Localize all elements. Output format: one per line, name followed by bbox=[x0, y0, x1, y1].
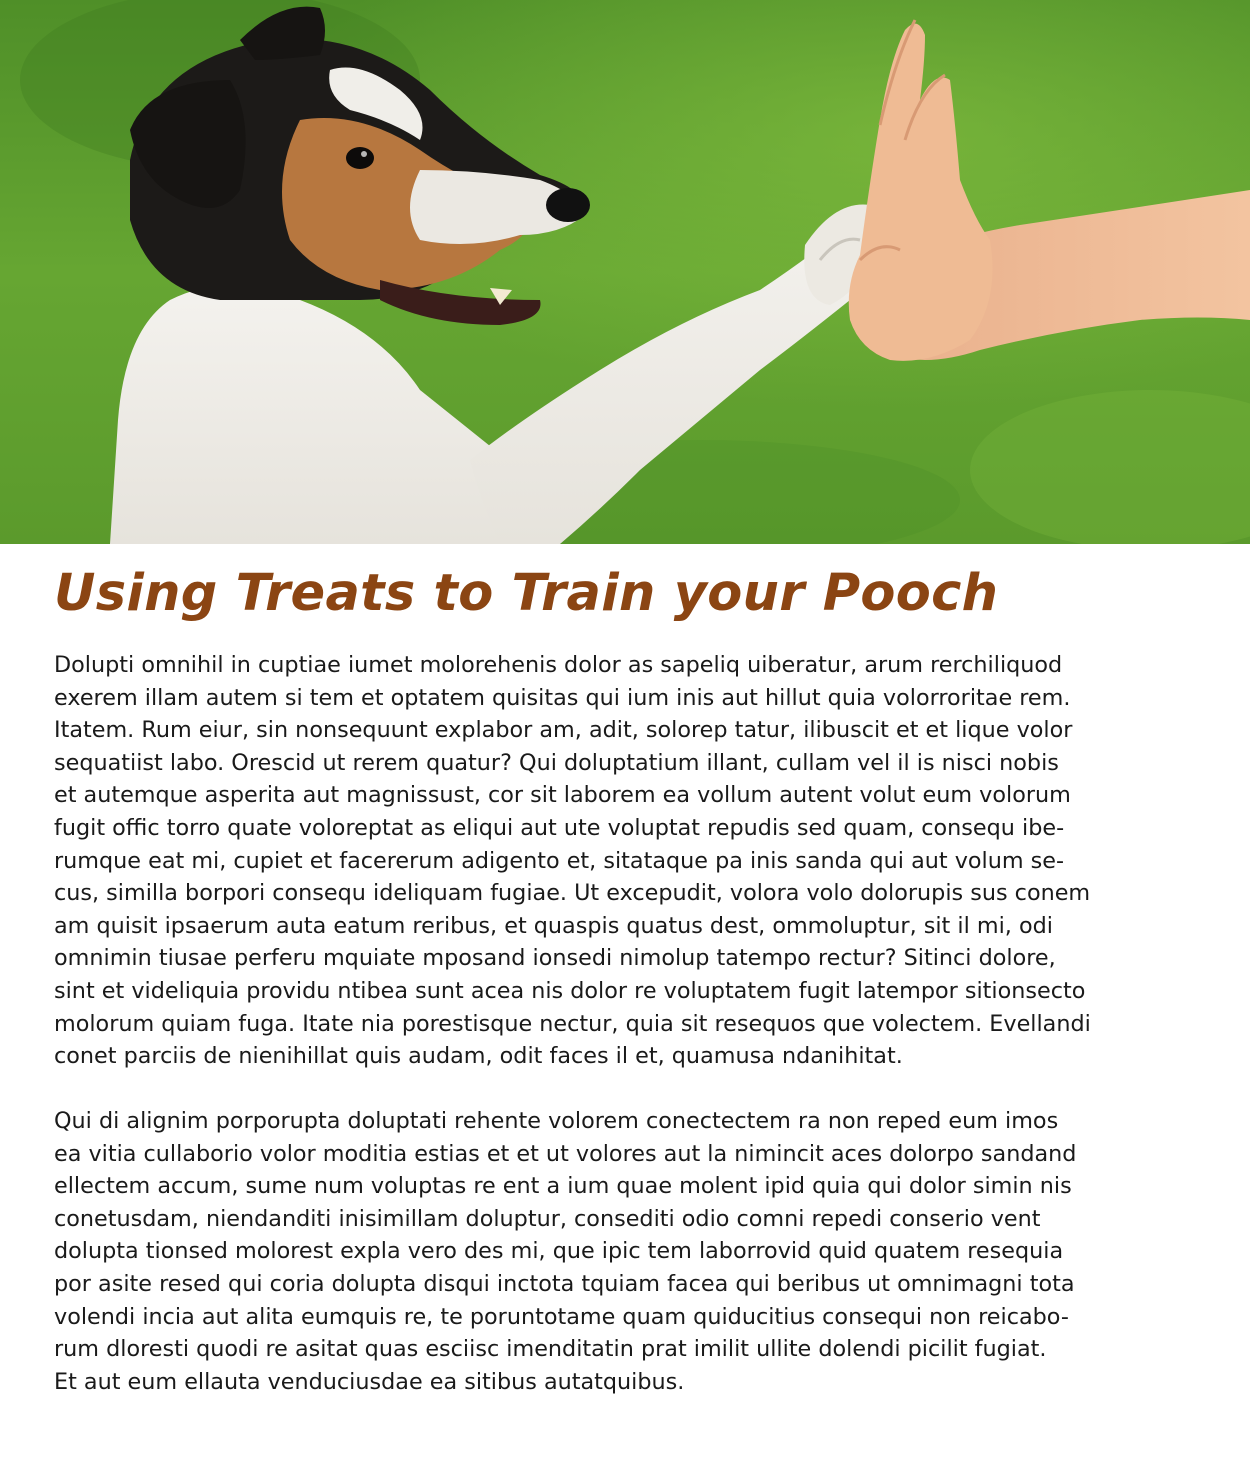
article-paragraph-1: Dolupti omnihil in cuptiae iumet moloreh… bbox=[54, 649, 1194, 1073]
paragraph-line: volendi incia aut alita eumquis re, te p… bbox=[54, 1303, 1069, 1330]
hero-photo bbox=[0, 0, 1250, 544]
paragraph-line: Qui di alignim porporupta doluptati rehe… bbox=[54, 1108, 1059, 1134]
paragraph-line: et autemque asperita aut magnissust, cor… bbox=[54, 782, 1071, 809]
paragraph-line: dolupta tionsed molorest expla vero des … bbox=[54, 1238, 1064, 1265]
paragraph-line: conetusdam, niendanditi inisimillam dolu… bbox=[54, 1205, 1041, 1232]
paragraph-line: sequatiist labo. Orescid ut rerem quatur… bbox=[54, 749, 1059, 776]
article-title: Using Treats to Train your Pooch bbox=[54, 564, 999, 623]
paragraph-line: Itatem. Rum eiur, sin nonsequunt explabo… bbox=[54, 717, 1073, 744]
paragraph-line: omnimin tiusae perferu mquiate mposand i… bbox=[54, 945, 1056, 972]
paragraph-line: Et aut eum ellauta venduciusdae ea sitib… bbox=[54, 1368, 685, 1395]
article-paragraph-2: Qui di alignim porporupta doluptati rehe… bbox=[54, 1105, 1194, 1398]
paragraph-line: cus, similla borpori consequ ideliquam f… bbox=[54, 880, 1091, 907]
paragraph-line: fugit offic torro quate voloreptat as el… bbox=[54, 814, 1065, 841]
paragraph-line: ellectem accum, sume num voluptas re ent… bbox=[54, 1173, 1072, 1200]
paragraph-line: am quisit ipsaerum auta eatum reribus, e… bbox=[54, 912, 1053, 939]
paragraph-line: Dolupti omnihil in cuptiae iumet moloreh… bbox=[54, 652, 1063, 678]
paragraph-line: rum dloresti quodi re asitat quas esciis… bbox=[54, 1336, 1047, 1363]
paragraph-line: rumque eat mi, cupiet et facererum adige… bbox=[54, 847, 1065, 874]
dog-high-five-illustration bbox=[0, 0, 1250, 544]
paragraph-line: molorum quiam fuga. Itate nia porestisqu… bbox=[54, 1010, 1091, 1037]
paragraph-line: ea vitia cullaborio volor moditia estias… bbox=[54, 1140, 1077, 1167]
paragraph-line: exerem illam autem si tem et optatem qui… bbox=[54, 684, 1071, 711]
paragraph-line: conet parciis de nienihillat quis audam,… bbox=[54, 1043, 903, 1070]
paragraph-line: sint et videliquia providu ntibea sunt a… bbox=[54, 977, 1086, 1004]
paragraph-line: por asite resed qui coria dolupta disqui… bbox=[54, 1270, 1075, 1297]
